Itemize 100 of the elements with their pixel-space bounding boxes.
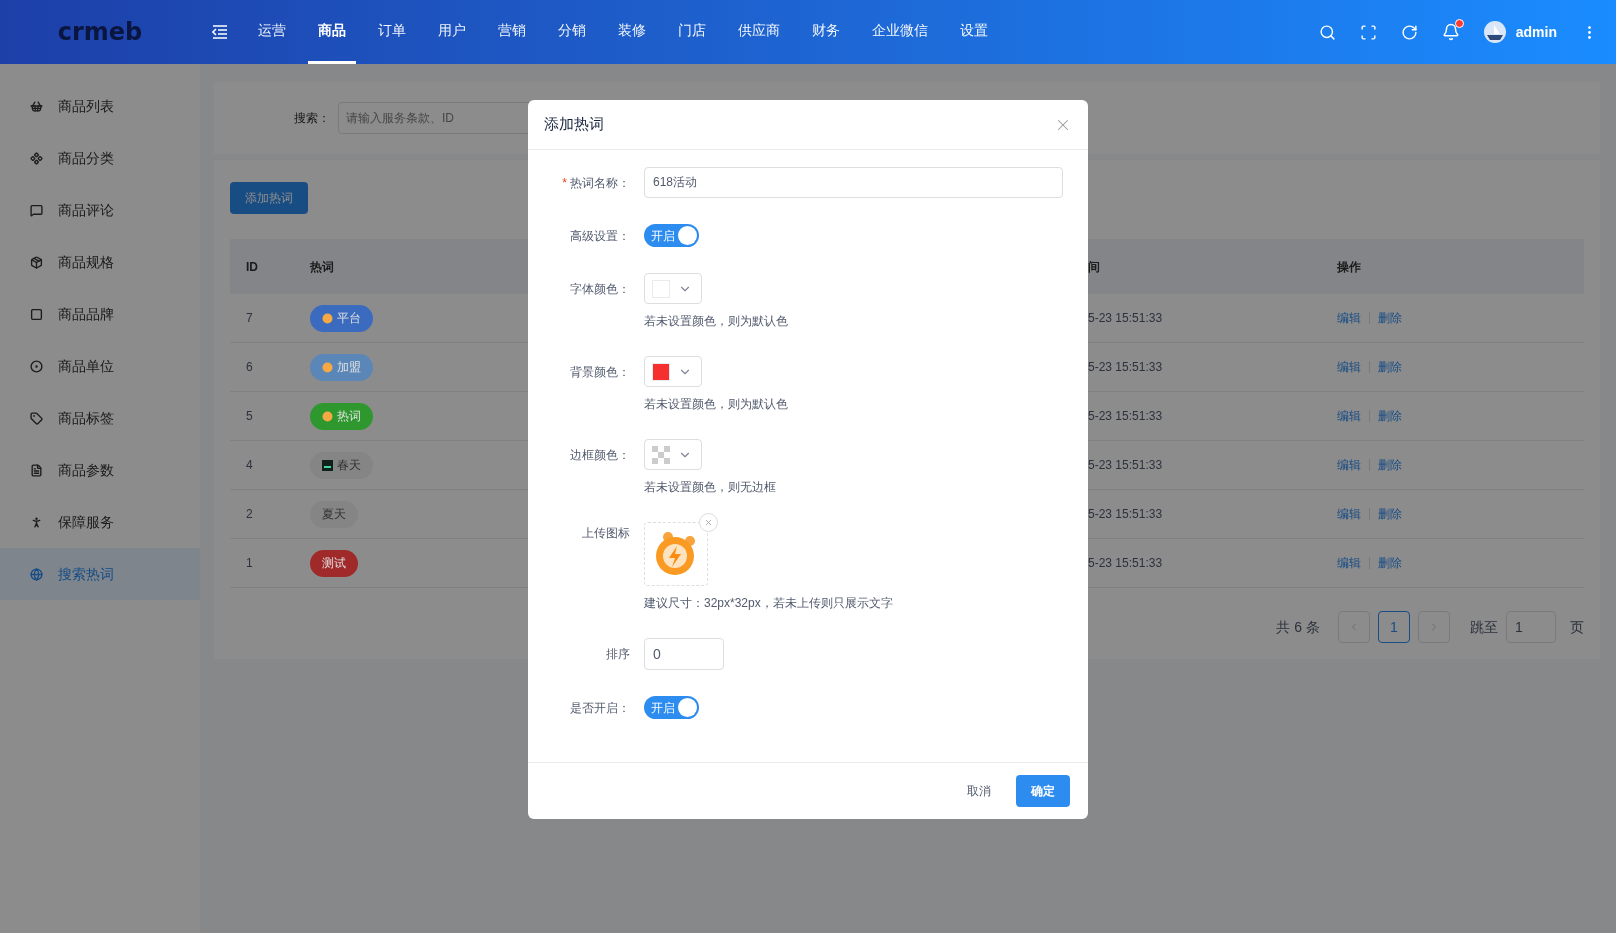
shapes-icon	[30, 151, 43, 165]
nav-tab[interactable]: 装修	[608, 0, 656, 64]
refresh-icon[interactable]	[1400, 23, 1418, 41]
action-link[interactable]: 编辑	[1337, 407, 1361, 425]
sidebar-item[interactable]: 商品参数	[0, 444, 200, 496]
field-label: 字体颜色：	[570, 280, 630, 298]
column-header: ID	[245, 258, 259, 276]
nav-tab[interactable]: 企业微信	[862, 0, 938, 64]
total-count: 共 6 条	[1276, 617, 1320, 637]
table-cell-text: 5	[245, 408, 254, 425]
confirm-button[interactable]: 确定	[1016, 775, 1070, 807]
field-label: 是否开启：	[570, 699, 630, 717]
action-link[interactable]: 删除	[1378, 358, 1402, 376]
sidebar-item[interactable]: 商品规格	[0, 236, 200, 288]
action-link[interactable]: 删除	[1378, 456, 1402, 474]
color-picker[interactable]	[644, 356, 702, 387]
table-cell-text: 5-23 15:51:33	[1087, 359, 1164, 376]
target-icon	[30, 359, 43, 373]
table-cell-text: 2	[245, 506, 254, 523]
jump-label: 跳至	[1470, 617, 1498, 637]
transparent-swatch-icon	[652, 445, 670, 464]
field-hint: 若未设置颜色，则无边框	[644, 479, 776, 496]
globe-icon	[30, 567, 43, 581]
column-header: 间	[1087, 258, 1101, 276]
hotword-tag: 夏天	[310, 500, 358, 528]
nav-tab[interactable]: 供应商	[728, 0, 790, 64]
action-link[interactable]: 编辑	[1337, 358, 1361, 376]
cancel-button[interactable]: 取消	[952, 775, 1006, 807]
field-hint: 若未设置颜色，则为默认色	[644, 396, 788, 413]
page-suffix: 页	[1570, 617, 1584, 637]
search-label: 搜索：	[294, 110, 330, 127]
document-icon	[30, 463, 43, 477]
table-cell-text: 5-23 15:51:33	[1087, 457, 1164, 474]
field-hint: 若未设置颜色，则为默认色	[644, 313, 788, 330]
toggle-switch[interactable]: 开启	[644, 224, 699, 247]
action-link[interactable]: 编辑	[1337, 554, 1361, 572]
table-cell-text: 1	[245, 555, 254, 572]
sort-field[interactable]: 0	[644, 638, 724, 670]
action-link[interactable]: 删除	[1378, 407, 1402, 425]
column-header: 操作	[1336, 258, 1362, 276]
avatar-icon[interactable]	[1483, 21, 1506, 43]
field-label: 边框颜色：	[570, 446, 630, 464]
action-link[interactable]: 编辑	[1337, 309, 1361, 327]
action-link[interactable]: 删除	[1378, 309, 1402, 327]
sidebar-item[interactable]: 商品单位	[0, 340, 200, 392]
action-link[interactable]: 编辑	[1337, 456, 1361, 474]
nav-tab[interactable]: 用户	[428, 0, 476, 64]
table-cell-text: 5-23 15:51:33	[1087, 408, 1164, 425]
person-icon	[30, 515, 43, 529]
action-link[interactable]: 删除	[1378, 505, 1402, 523]
nav-tab[interactable]: 运营	[248, 0, 296, 64]
field-label: 热词名称：	[570, 174, 630, 192]
field-label: 背景颜色：	[570, 363, 630, 381]
hotword-tag: 加盟	[310, 353, 373, 381]
nav-tab[interactable]: 财务	[802, 0, 850, 64]
close-icon	[704, 518, 713, 527]
sidebar-item[interactable]: 保障服务	[0, 496, 200, 548]
table-cell-text: 7	[245, 310, 254, 327]
sidebar-item[interactable]: 商品分类	[0, 132, 200, 184]
table-cell-text: 4	[245, 457, 254, 474]
field-hint: 建议尺寸：32px*32px，若未上传则只展示文字	[644, 595, 893, 612]
chat-icon	[30, 203, 43, 217]
hotword-tag: 春天	[310, 451, 373, 479]
tag-icon	[30, 411, 43, 425]
field-label: 高级设置：	[570, 227, 630, 245]
sidebar-item[interactable]: 商品列表	[0, 80, 200, 132]
fullscreen-icon[interactable]	[1359, 23, 1377, 41]
page-jump-field[interactable]: 1	[1506, 611, 1556, 643]
sidebar-item[interactable]: 商品评论	[0, 184, 200, 236]
user-name[interactable]: admin	[1515, 21, 1557, 43]
table-cell-text: 5-23 15:51:33	[1087, 555, 1164, 572]
nav-tab[interactable]: 订单	[368, 0, 416, 64]
nav-tab[interactable]: 分销	[548, 0, 596, 64]
action-link[interactable]: 编辑	[1337, 505, 1361, 523]
color-picker[interactable]	[644, 439, 702, 470]
hotword-name-field[interactable]: 618活动	[644, 167, 1063, 198]
sidebar-item[interactable]: 商品品牌	[0, 288, 200, 340]
dialog-title: 添加热词	[544, 114, 604, 135]
column-header: 热词	[309, 258, 335, 276]
nav-tab[interactable]: 设置	[950, 0, 998, 64]
remove-image-button[interactable]	[699, 513, 718, 532]
sidebar-item[interactable]: 商品标签	[0, 392, 200, 444]
square-icon	[30, 307, 43, 321]
color-picker[interactable]	[644, 273, 702, 304]
basket-icon	[30, 99, 43, 113]
search-icon[interactable]	[1318, 23, 1336, 41]
field-label: 排序	[606, 645, 630, 663]
lightning-coin-icon	[654, 531, 698, 577]
table-cell-text: 6	[245, 359, 254, 376]
action-link[interactable]: 删除	[1378, 554, 1402, 572]
hotword-tag: 热词	[310, 402, 373, 430]
table-cell-text: 5-23 15:51:33	[1087, 506, 1164, 523]
nav-tab[interactable]: 门店	[668, 0, 716, 64]
nav-tab[interactable]: 营销	[488, 0, 536, 64]
hotword-tag: 测试	[310, 549, 358, 577]
menu-fold-icon[interactable]	[212, 25, 228, 39]
bell-icon[interactable]	[1441, 23, 1460, 41]
toggle-switch[interactable]: 开启	[644, 696, 699, 719]
add-hotword-button[interactable]: 添加热词	[230, 182, 308, 214]
required-mark: *	[562, 174, 567, 192]
